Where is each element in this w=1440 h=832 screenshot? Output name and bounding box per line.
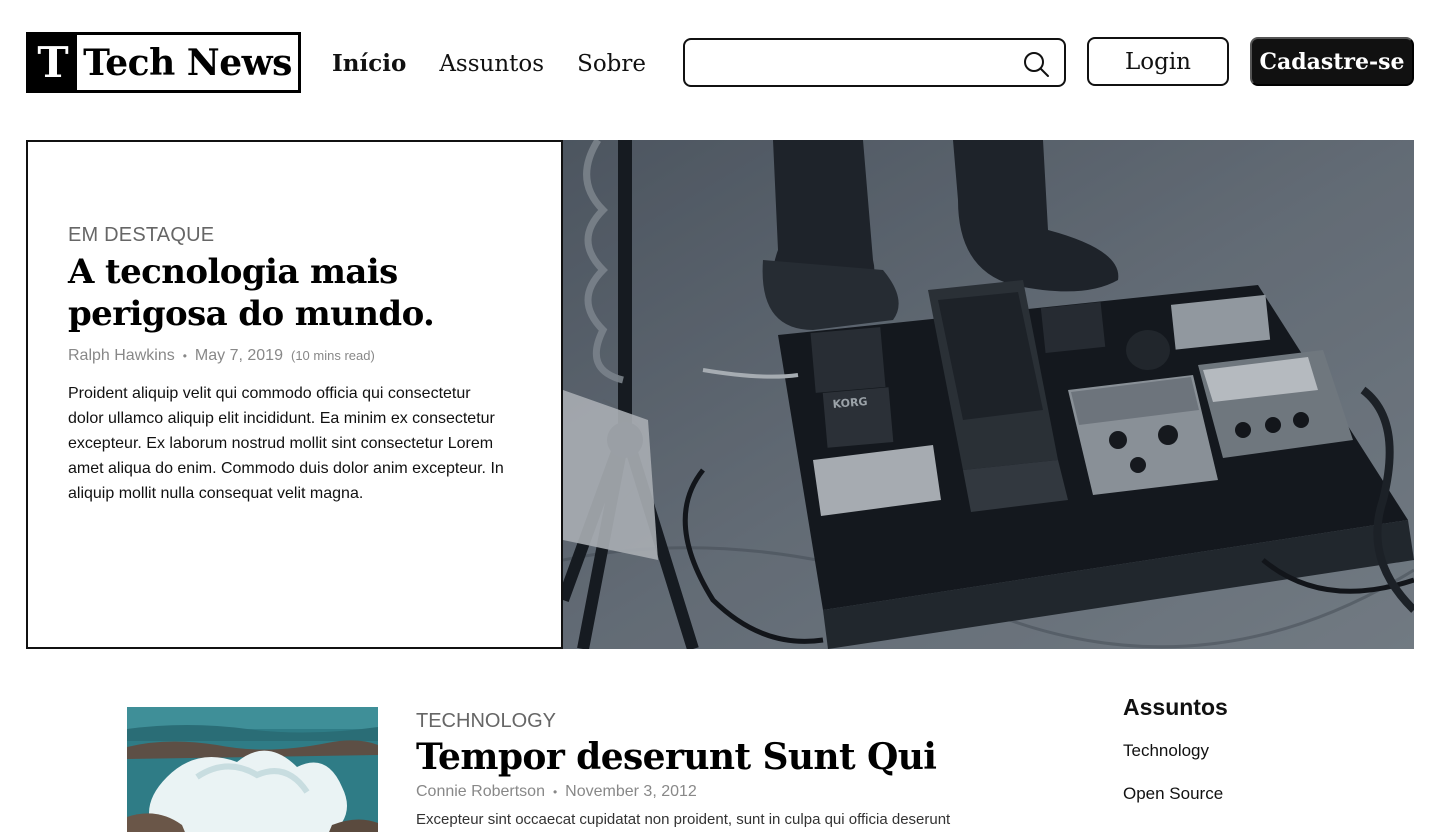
article-card[interactable]: TECHNOLOGY Tempor deserunt Sunt Qui Conn… [127, 707, 1027, 832]
article-meta: Connie Robertson • November 3, 2012 [416, 783, 1016, 801]
site-logo[interactable]: T Tech News [26, 32, 301, 93]
sidebar-item-technology[interactable]: Technology [1123, 741, 1403, 761]
featured-card[interactable]: EM DESTAQUE A tecnologia mais perigosa d… [26, 140, 563, 649]
article-body: TECHNOLOGY Tempor deserunt Sunt Qui Conn… [416, 710, 1016, 828]
logo-mark: T [29, 35, 77, 90]
featured-title[interactable]: A tecnologia mais perigosa do mundo. [68, 251, 508, 335]
featured-image[interactable]: KORG [563, 140, 1414, 649]
featured-meta: Ralph Hawkins • May 7, 2019 (10 mins rea… [68, 347, 508, 365]
featured-date: May 7, 2019 [194, 347, 283, 364]
search-box [683, 38, 1066, 87]
logo-text: Tech News [83, 41, 292, 84]
article-excerpt: Excepteur sint occaecat cupidatat non pr… [416, 811, 951, 828]
article-date: November 3, 2012 [565, 783, 697, 800]
article-category[interactable]: TECHNOLOGY [416, 710, 1016, 733]
nav-item-inicio[interactable]: Início [332, 50, 406, 77]
article-title[interactable]: Tempor deserunt Sunt Qui [416, 735, 1016, 779]
featured-read-time: (10 mins read) [290, 348, 375, 363]
login-button[interactable]: Login [1087, 37, 1229, 86]
nav-item-assuntos[interactable]: Assuntos [439, 51, 544, 77]
featured-content: EM DESTAQUE A tecnologia mais perigosa d… [68, 224, 508, 506]
guitar-pedalboard-photo: KORG [563, 140, 1414, 649]
sidebar-title: Assuntos [1123, 694, 1228, 720]
site-header: T Tech News Início Assuntos Sobre Login … [0, 0, 1440, 120]
topics-sidebar: Assuntos Technology Open Source [1123, 694, 1403, 827]
search-icon[interactable] [1022, 50, 1050, 78]
search-input[interactable] [697, 46, 1017, 80]
nav-item-sobre[interactable]: Sobre [577, 51, 646, 77]
topics-list: Technology Open Source [1123, 741, 1403, 804]
featured-section: EM DESTAQUE A tecnologia mais perigosa d… [26, 140, 1414, 649]
meta-separator: • [182, 349, 187, 363]
article-author[interactable]: Connie Robertson [416, 783, 545, 801]
featured-excerpt: Proident aliquip velit qui commodo offic… [68, 385, 504, 502]
sidebar-item-open-source[interactable]: Open Source [1123, 784, 1403, 804]
signup-button[interactable]: Cadastre-se [1250, 37, 1414, 86]
featured-author[interactable]: Ralph Hawkins [68, 347, 175, 365]
featured-eyebrow: EM DESTAQUE [68, 224, 215, 246]
article-thumbnail[interactable] [127, 707, 378, 832]
main-nav: Início Assuntos Sobre [332, 50, 646, 77]
ocean-wave-photo [127, 707, 378, 832]
meta-separator: • [552, 785, 558, 799]
